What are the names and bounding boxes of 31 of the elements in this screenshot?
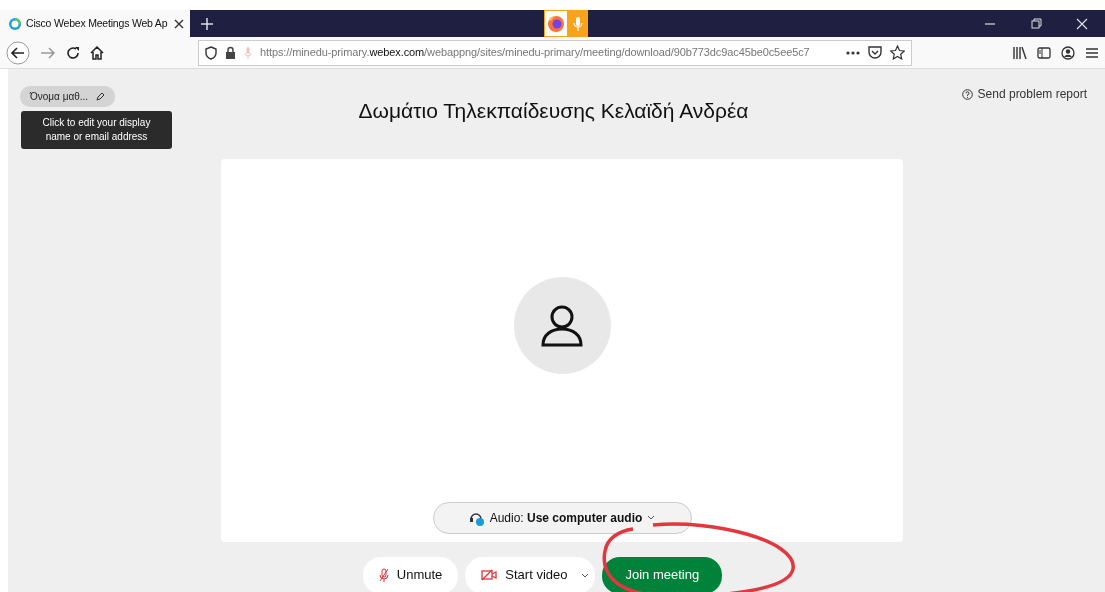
menu-icon[interactable] [1085, 46, 1099, 59]
account-icon[interactable] [1061, 45, 1075, 60]
caret-icon [581, 572, 590, 578]
pencil-icon [96, 92, 106, 101]
browser-tab[interactable]: Cisco Webex Meetings Web Ap [0, 10, 190, 37]
home-icon[interactable] [90, 45, 104, 60]
video-off-icon [481, 569, 498, 581]
library-icon[interactable] [1013, 46, 1027, 59]
lock-icon [225, 46, 236, 59]
unmute-button[interactable]: Unmute [362, 556, 459, 592]
join-meeting-button[interactable]: Join meeting [602, 556, 723, 592]
caret-icon [647, 515, 656, 520]
muted-microphone-icon [378, 567, 389, 583]
audio-selector[interactable]: Audio: Use computer audio [432, 501, 692, 534]
name-chip[interactable]: Όνομα μαθ... [20, 86, 116, 107]
meeting-title: Δωμάτιο Τηλεκπαίδευσης Κελαϊδή Ανδρέα [358, 98, 749, 124]
report-link[interactable]: Send problem report [961, 85, 1087, 103]
reload-icon[interactable] [66, 45, 80, 60]
sidebar-icon[interactable] [1037, 46, 1051, 59]
tooltip: Click to edit your display name or email address [21, 111, 172, 149]
start-video-button[interactable]: Start video [465, 556, 596, 592]
pocket-icon[interactable] [868, 46, 882, 59]
forward-icon[interactable] [40, 45, 56, 60]
more-icon[interactable] [846, 50, 860, 55]
help-icon [961, 88, 973, 100]
back-icon[interactable] [6, 40, 30, 65]
tab-title: Cisco Webex Meetings Web Ap [26, 15, 169, 31]
star-icon[interactable] [890, 45, 905, 60]
shield-icon [205, 45, 217, 60]
close-icon[interactable] [174, 18, 184, 29]
microphone-icon [244, 46, 252, 59]
